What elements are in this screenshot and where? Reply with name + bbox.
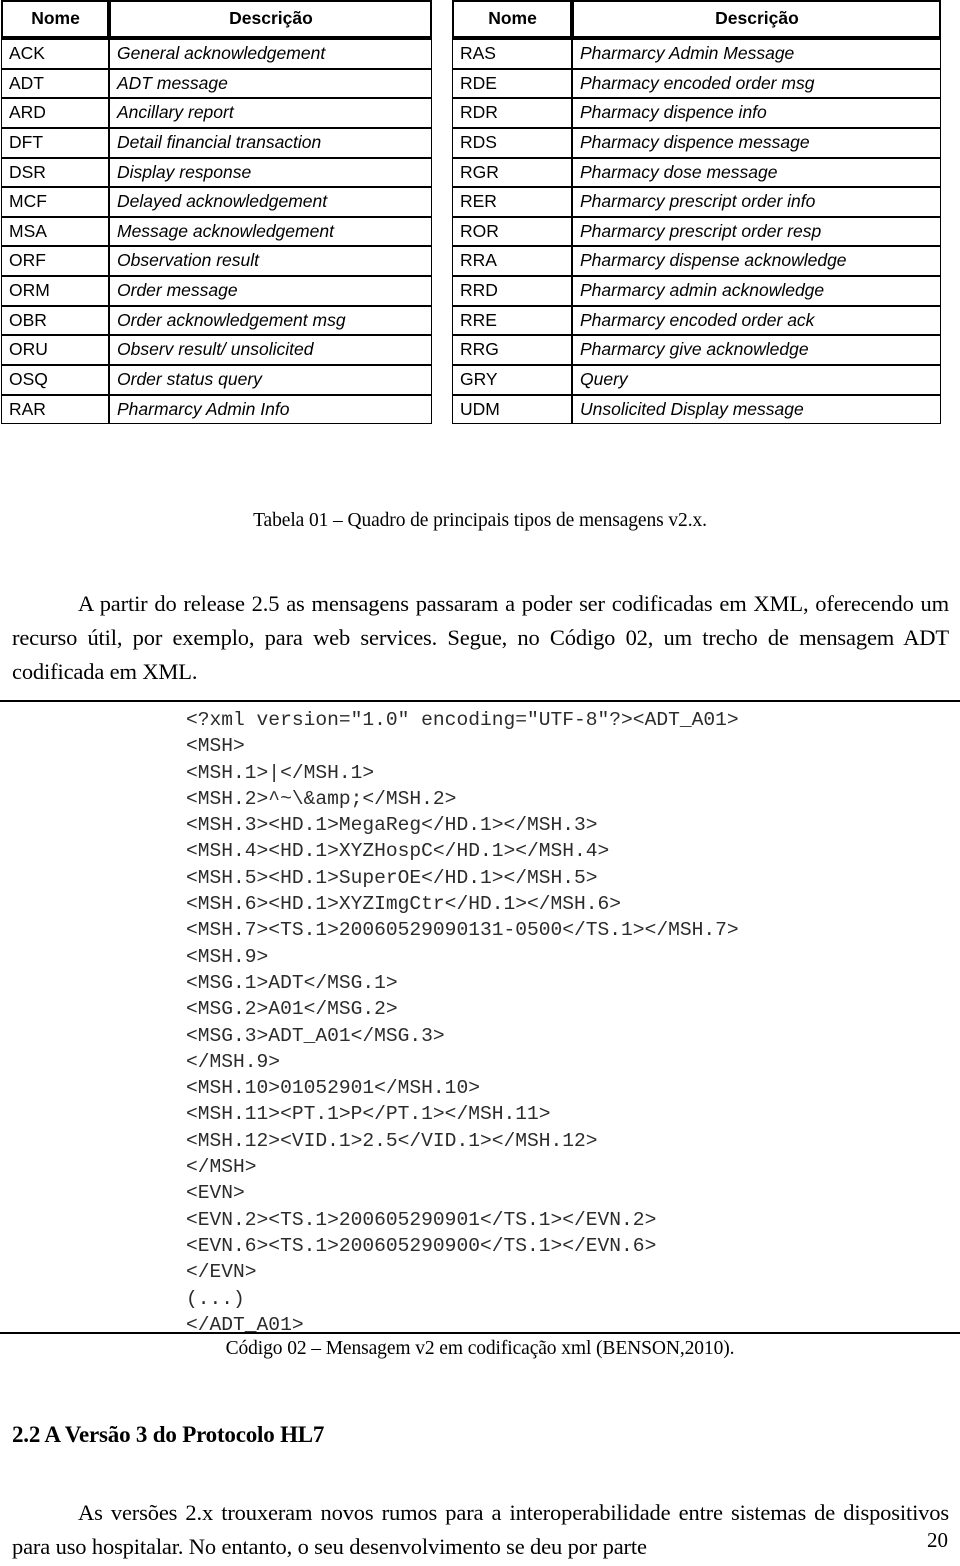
column-header-description: Descrição: [109, 0, 432, 38]
cell-message-description: Pharmarcy Admin Message: [572, 38, 941, 69]
cell-message-description: Pharmarcy prescript order resp: [572, 216, 941, 247]
table-row: OSQ Order status query: [1, 365, 432, 395]
table-row: ARD Ancillary report: [1, 98, 432, 128]
table-row: RDR Pharmacy dispence info: [452, 98, 941, 128]
code-listing-02: <?xml version="1.0" encoding="UTF-8"?><A…: [0, 700, 960, 1338]
cell-message-description: Pharmarcy encoded order ack: [572, 305, 941, 336]
cell-message-code: OSQ: [1, 365, 109, 395]
table-row: DSR Display response: [1, 157, 432, 188]
table-head-right: Nome Descrição: [452, 0, 941, 38]
cell-message-code: RAS: [452, 38, 572, 69]
cell-message-description: Pharmacy dispence message: [572, 127, 941, 158]
table-row: RGR Pharmacy dose message: [452, 157, 941, 188]
cell-message-code: DSR: [1, 157, 109, 188]
table-row: MCF Delayed acknowledgement: [1, 187, 432, 217]
cell-message-code: RER: [452, 187, 572, 217]
cell-message-code: RGR: [452, 157, 572, 188]
cell-message-code: ORF: [1, 246, 109, 277]
table-head-left: Nome Descrição: [1, 0, 432, 38]
cell-message-code: ORU: [1, 335, 109, 366]
cell-message-code: ARD: [1, 98, 109, 128]
table-header-row: Nome Descrição: [1, 0, 432, 38]
cell-message-description: Pharmarcy dispense acknowledge: [572, 246, 941, 277]
message-types-table-left: Nome Descrição ACK General acknowledgemen…: [1, 0, 432, 425]
cell-message-description: Query: [572, 365, 941, 395]
cell-message-code: MSA: [1, 216, 109, 247]
section-heading-2-2: 2.2 A Versão 3 do Protocolo HL7: [12, 1422, 325, 1447]
table-row: RDE Pharmacy encoded order msg: [452, 68, 941, 99]
table-row: RRE Pharmarcy encoded order ack: [452, 305, 941, 336]
cell-message-description: Pharmacy dispence info: [572, 98, 941, 128]
cell-message-description: ADT message: [109, 68, 432, 99]
column-header-name: Nome: [452, 0, 572, 38]
cell-message-description: Ancillary report: [109, 98, 432, 128]
table-row: RRA Pharmarcy dispense acknowledge: [452, 246, 941, 277]
table-row: ADT ADT message: [1, 68, 432, 99]
table-row: RDS Pharmacy dispence message: [452, 127, 941, 158]
cell-message-code: UDM: [452, 394, 572, 425]
cell-message-code: ACK: [1, 38, 109, 69]
table-body-right: RAS Pharmarcy Admin Message RDE Pharmacy en…: [452, 38, 941, 425]
cell-message-code: RAR: [1, 394, 109, 425]
cell-message-code: OBR: [1, 305, 109, 336]
table-row: RRG Pharmarcy give acknowledge: [452, 335, 941, 366]
table-row: RRD Pharmarcy admin acknowledge: [452, 276, 941, 306]
cell-message-code: ADT: [1, 68, 109, 99]
cell-message-description: Message acknowledgement: [109, 216, 432, 247]
cell-message-description: Delayed acknowledgement: [109, 187, 432, 217]
cell-message-description: Unsolicited Display message: [572, 394, 941, 425]
cell-message-description: Pharmarcy admin acknowledge: [572, 276, 941, 306]
cell-message-description: Pharmarcy give acknowledge: [572, 335, 941, 366]
message-types-table-right: Nome Descrição RAS Pharmarcy Admin Messag…: [452, 0, 941, 425]
cell-message-description: Order acknowledgement msg: [109, 305, 432, 336]
table-row: DFT Detail financial transaction: [1, 127, 432, 158]
cell-message-code: DFT: [1, 127, 109, 158]
table-caption: Tabela 01 – Quadro de principais tipos d…: [253, 510, 707, 531]
table-header-row: Nome Descrição: [452, 0, 941, 38]
cell-message-code: ROR: [452, 216, 572, 247]
cell-message-code: RDS: [452, 127, 572, 158]
cell-message-description: Observation result: [109, 246, 432, 277]
cell-message-code: GRY: [452, 365, 572, 395]
table-row: MSA Message acknowledgement: [1, 216, 432, 247]
cell-message-code: RDR: [452, 98, 572, 128]
table-row: RAR Pharmarcy Admin Info: [1, 394, 432, 425]
cell-message-code: RRD: [452, 276, 572, 306]
cell-message-description: Order status query: [109, 365, 432, 395]
cell-message-code: RRG: [452, 335, 572, 366]
table-row: UDM Unsolicited Display message: [452, 394, 941, 425]
table-row: RER Pharmarcy prescript order info: [452, 187, 941, 217]
cell-message-description: Detail financial transaction: [109, 127, 432, 158]
cell-message-code: MCF: [1, 187, 109, 217]
table-row: ROR Pharmarcy prescript order resp: [452, 216, 941, 247]
cell-message-description: Pharmacy dose message: [572, 157, 941, 188]
paragraph-v3-intro: As versões 2.x trouxeram novos rumos par…: [12, 1500, 949, 1559]
code-listing-caption: Código 02 – Mensagem v2 em codificação x…: [0, 1332, 960, 1360]
paragraph-xml-intro: A partir do release 2.5 as mensagens pas…: [12, 591, 949, 684]
table-row: ORF Observation result: [1, 246, 432, 277]
page-number: 20: [927, 1528, 948, 1552]
cell-message-code: RRE: [452, 305, 572, 336]
table-row: RAS Pharmarcy Admin Message: [452, 38, 941, 69]
cell-message-code: RRA: [452, 246, 572, 277]
table-row: ORU Observ result/ unsolicited: [1, 335, 432, 366]
column-header-name: Nome: [1, 0, 109, 38]
message-types-tables: Nome Descrição ACK General acknowledgemen…: [0, 0, 960, 500]
cell-message-code: RDE: [452, 68, 572, 99]
table-body-left: ACK General acknowledgement ADT ADT message…: [1, 38, 432, 425]
cell-message-description: Observ result/ unsolicited: [109, 335, 432, 366]
cell-message-description: General acknowledgement: [109, 38, 432, 69]
cell-message-description: Pharmarcy Admin Info: [109, 394, 432, 425]
column-header-description: Descrição: [572, 0, 941, 38]
cell-message-description: Pharmacy encoded order msg: [572, 68, 941, 99]
cell-message-code: ORM: [1, 276, 109, 306]
cell-message-description: Pharmarcy prescript order info: [572, 187, 941, 217]
table-row: ACK General acknowledgement: [1, 38, 432, 69]
cell-message-description: Display response: [109, 157, 432, 188]
table-row: OBR Order acknowledgement msg: [1, 305, 432, 336]
code-listing-content: <?xml version="1.0" encoding="UTF-8"?><A…: [186, 709, 739, 1336]
table-row: ORM Order message: [1, 276, 432, 306]
table-row: GRY Query: [452, 365, 941, 395]
cell-message-description: Order message: [109, 276, 432, 306]
